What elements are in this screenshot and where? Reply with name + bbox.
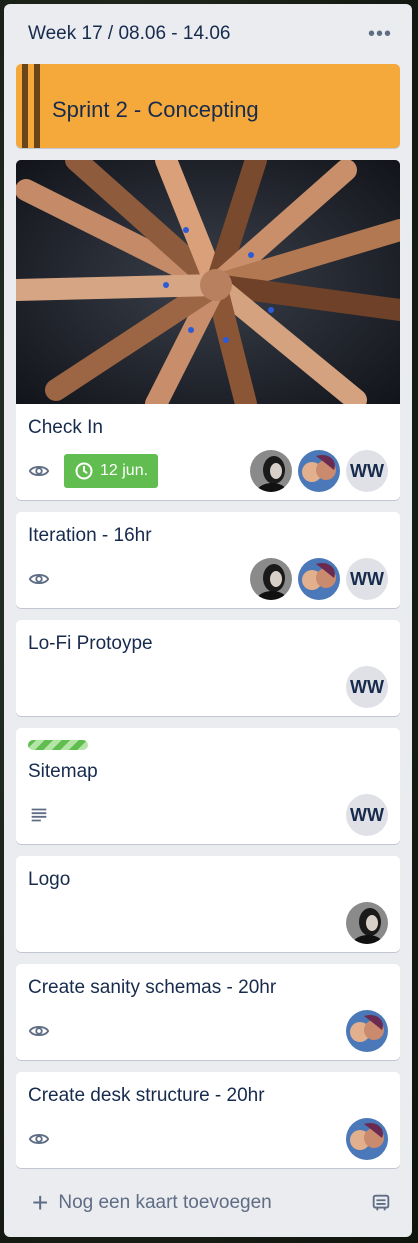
more-horizontal-icon[interactable]: ••• [368, 24, 392, 44]
card-title: Create sanity schemas - 20hr [28, 977, 277, 998]
card-desk-structure[interactable]: Create desk structure - 20hr [16, 1072, 400, 1168]
avatar[interactable] [346, 902, 388, 944]
avatar[interactable] [298, 558, 340, 600]
card-check-in[interactable]: Check In 12 jun. WW [16, 160, 400, 500]
list-header: Week 17 / 08.06 - 14.06 ••• [4, 4, 412, 64]
banner-stripe [34, 64, 40, 148]
card-lofi-prototype[interactable]: Lo-Fi Protoype WW [16, 620, 400, 716]
avatar-initials[interactable]: WW [346, 794, 388, 836]
card-cover-image [16, 160, 400, 404]
card-template-icon[interactable] [370, 1192, 392, 1214]
card-sanity-schemas[interactable]: Create sanity schemas - 20hr [16, 964, 400, 1060]
eye-icon [28, 465, 50, 477]
clock-icon [75, 462, 93, 480]
banner-stripe [22, 64, 28, 148]
avatar-initials[interactable]: WW [346, 558, 388, 600]
eye-icon [28, 573, 50, 585]
avatar-initials[interactable]: WW [346, 666, 388, 708]
avatar[interactable] [250, 558, 292, 600]
avatar[interactable] [346, 1010, 388, 1052]
avatar-initials[interactable]: WW [346, 450, 388, 492]
hands-together-image [16, 160, 400, 404]
add-card-button[interactable]: + Nog een kaart toevoegen [32, 1189, 370, 1217]
add-card-label: Nog een kaart toevoegen [58, 1192, 272, 1213]
card-title: Iteration - 16hr [28, 525, 152, 546]
description-icon [31, 808, 47, 822]
card-sitemap[interactable]: Sitemap WW [16, 728, 400, 844]
card-iteration[interactable]: Iteration - 16hr WW [16, 512, 400, 608]
list-footer: + Nog een kaart toevoegen [4, 1169, 412, 1237]
eye-icon [28, 1025, 50, 1037]
avatar[interactable] [298, 450, 340, 492]
avatar[interactable] [250, 450, 292, 492]
card-title: Sitemap [28, 761, 98, 782]
card-title: Create desk structure - 20hr [28, 1085, 265, 1106]
card-label[interactable] [28, 740, 88, 750]
card-title: Logo [28, 869, 71, 890]
card-title: Lo-Fi Protoype [28, 633, 153, 654]
plus-icon: + [32, 1187, 49, 1218]
card-logo[interactable]: Logo [16, 856, 400, 952]
card-list: Sprint 2 - Concepting Check In 12 jun. W… [4, 64, 412, 1168]
card-title: Check In [28, 417, 103, 438]
banner-title: Sprint 2 - Concepting [52, 97, 259, 122]
card-sprint-banner[interactable]: Sprint 2 - Concepting [16, 64, 400, 148]
due-date-text: 12 jun. [100, 462, 149, 479]
eye-icon [28, 1133, 50, 1145]
list: Week 17 / 08.06 - 14.06 ••• Sprint 2 - C… [4, 4, 412, 1237]
due-date-badge[interactable]: 12 jun. [64, 454, 159, 488]
avatar[interactable] [346, 1118, 388, 1160]
list-title[interactable]: Week 17 / 08.06 - 14.06 [28, 23, 368, 45]
